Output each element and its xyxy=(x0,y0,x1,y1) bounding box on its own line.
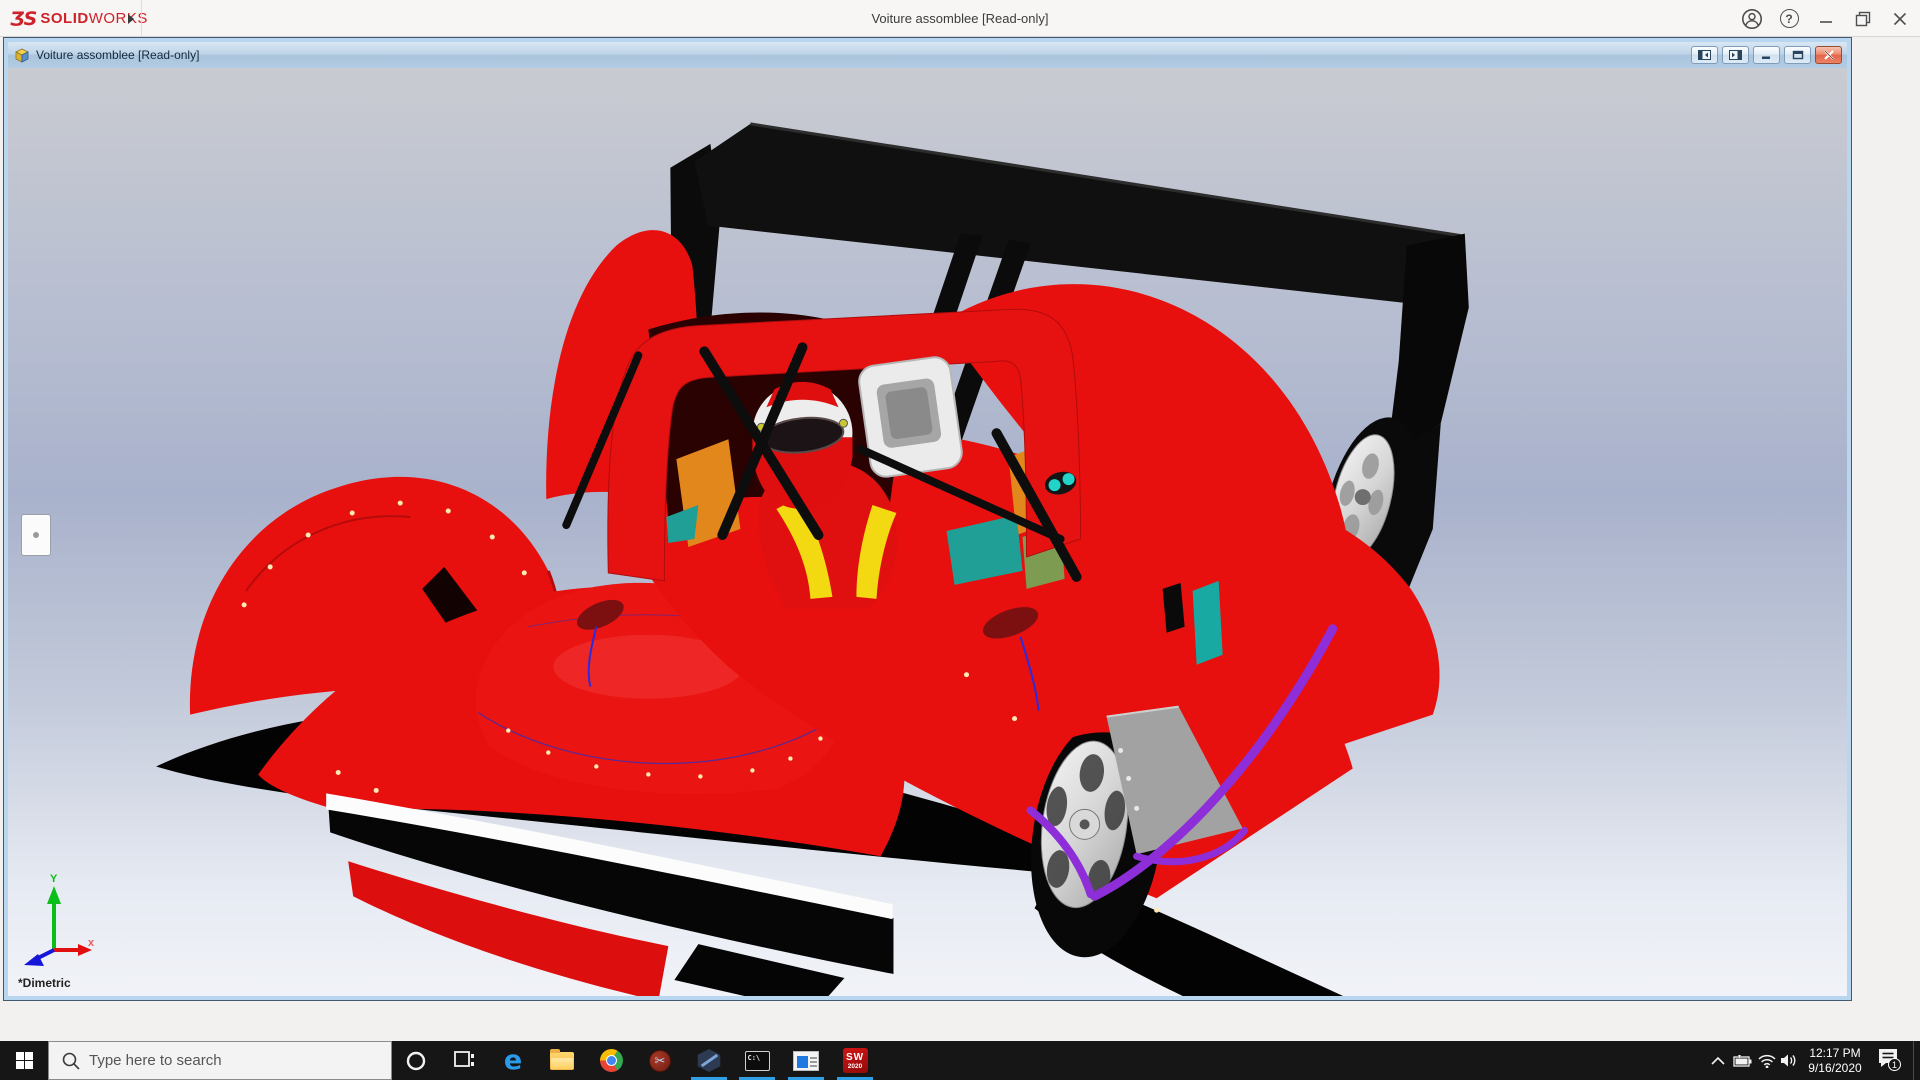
battery-charging-icon xyxy=(1733,1055,1753,1067)
car-model xyxy=(8,68,1847,996)
doc-minimize-button[interactable] xyxy=(1753,46,1780,64)
tray-expand-button[interactable] xyxy=(1706,1041,1730,1080)
document-window: Voiture assomblee [Read-only] xyxy=(3,37,1852,1001)
wifi-status-button[interactable] xyxy=(1755,1041,1779,1080)
collapse-left-pane-icon xyxy=(1698,50,1711,60)
clock[interactable]: 12:17 PM 9/16/2020 xyxy=(1801,1041,1869,1080)
feature-tree-splitter-tab[interactable] xyxy=(21,514,51,556)
search-input[interactable] xyxy=(89,1042,384,1079)
battery-status-button[interactable] xyxy=(1731,1041,1755,1080)
app-minimize-button[interactable] xyxy=(1810,3,1842,34)
titlebar-divider xyxy=(141,0,142,37)
edge-icon: e xyxy=(504,1045,522,1076)
taskbar: e ✂ C:\ SW 2020 xyxy=(0,1041,1920,1080)
clock-date: 9/16/2020 xyxy=(1808,1061,1861,1076)
app-icon-hexagon[interactable] xyxy=(685,1041,733,1080)
volume-status-button[interactable] xyxy=(1777,1041,1801,1080)
window-app-icon xyxy=(793,1051,819,1071)
doc-close-button[interactable] xyxy=(1815,46,1842,64)
svg-text:Y: Y xyxy=(50,873,58,885)
file-explorer-icon xyxy=(550,1052,574,1070)
svg-text:x: x xyxy=(88,937,95,949)
app-restore-button[interactable] xyxy=(1847,3,1879,34)
assembly-icon xyxy=(13,47,30,63)
solidworks-2020-icon: SW 2020 xyxy=(843,1048,868,1073)
show-desktop-button[interactable] xyxy=(1913,1041,1920,1080)
command-prompt-icon: C:\ xyxy=(745,1051,770,1071)
app-title: Voiture assomblee [Read-only] xyxy=(0,0,1920,37)
doc-pane-right-button[interactable] xyxy=(1722,46,1749,64)
help-icon: ? xyxy=(1780,9,1799,28)
notification-badge: 1 xyxy=(1888,1058,1901,1071)
account-icon xyxy=(1741,8,1763,30)
collapse-right-pane-icon xyxy=(1729,50,1742,60)
view-orientation-label: *Dimetric xyxy=(18,976,71,990)
airbox xyxy=(857,355,964,478)
minimize-icon xyxy=(1819,12,1833,26)
task-view-icon xyxy=(453,1050,475,1072)
cortana-button[interactable] xyxy=(392,1041,440,1080)
app-close-button[interactable] xyxy=(1884,3,1916,34)
account-button[interactable] xyxy=(1736,3,1768,34)
doc-restore-button[interactable] xyxy=(1784,46,1811,64)
start-button[interactable] xyxy=(0,1041,48,1080)
hexagon-app-icon xyxy=(697,1049,722,1072)
graphics-viewport[interactable]: Y x *Dimetric xyxy=(8,68,1847,996)
document-titlebar[interactable]: Voiture assomblee [Read-only] xyxy=(8,42,1847,68)
solidworks-logo-solid: SOLID xyxy=(40,10,88,27)
chevron-up-icon xyxy=(1711,1056,1725,1065)
menu-flyout-arrow-icon[interactable] xyxy=(128,14,134,24)
snipping-tool-icon: ✂ xyxy=(649,1050,671,1072)
app-icon-solidworks[interactable]: SW 2020 xyxy=(831,1041,879,1080)
cortana-icon xyxy=(405,1050,427,1072)
task-view-button[interactable] xyxy=(440,1041,488,1080)
doc-minimize-icon xyxy=(1761,50,1773,60)
app-icon-chrome[interactable] xyxy=(587,1041,635,1080)
app-icon-window-app[interactable] xyxy=(782,1041,830,1080)
close-icon xyxy=(1893,12,1907,26)
search-icon xyxy=(61,1051,81,1071)
doc-close-icon xyxy=(1823,50,1835,60)
help-button[interactable]: ? xyxy=(1773,3,1805,34)
solidworks-logo-works: WORKS xyxy=(89,10,148,27)
restore-icon xyxy=(1855,11,1871,27)
clock-time: 12:17 PM xyxy=(1809,1046,1860,1061)
orientation-triad: Y x xyxy=(16,872,100,968)
wifi-icon xyxy=(1758,1054,1776,1068)
windows-logo-icon xyxy=(16,1052,33,1069)
doc-restore-icon xyxy=(1792,50,1804,60)
document-title: Voiture assomblee [Read-only] xyxy=(36,48,1691,62)
doc-pane-left-button[interactable] xyxy=(1691,46,1718,64)
splitter-grip-dot xyxy=(33,532,39,538)
app-icon-file-explorer[interactable] xyxy=(538,1041,586,1080)
chrome-icon xyxy=(600,1049,623,1072)
app-icon-snipping-tool[interactable]: ✂ xyxy=(636,1041,684,1080)
speaker-icon xyxy=(1780,1053,1798,1068)
app-icon-terminal[interactable]: C:\ xyxy=(733,1041,781,1080)
solidworks-logo-mark: ƷS xyxy=(10,8,36,30)
action-center-button[interactable]: 1 xyxy=(1870,1041,1906,1080)
app-icon-edge[interactable]: e xyxy=(489,1041,537,1080)
taskbar-search[interactable] xyxy=(48,1041,392,1080)
app-titlebar: ƷS SOLIDWORKS Voiture assomblee [Read-on… xyxy=(0,0,1920,37)
